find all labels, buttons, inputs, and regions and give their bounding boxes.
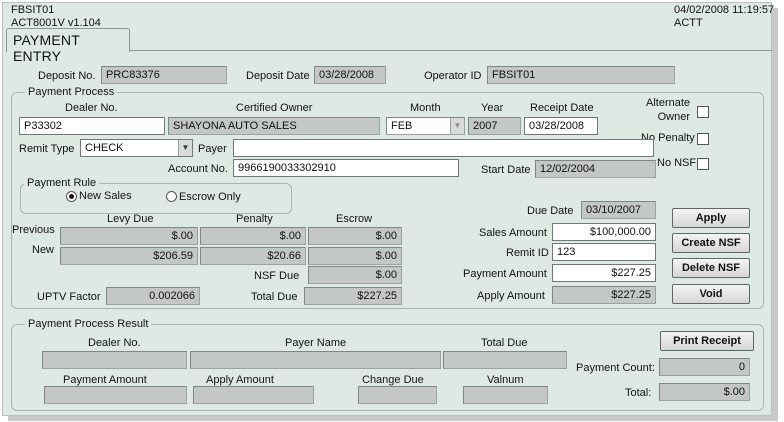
deposit-date-field: 03/28/2008 (314, 66, 386, 84)
new-sales-radio[interactable] (66, 191, 77, 202)
result-total-due-label: Total Due (481, 337, 528, 349)
apply-amount-label: Apply Amount (477, 290, 545, 302)
total-due-field: $227.25 (304, 287, 402, 305)
certified-owner-field: SHAYONA AUTO SALES (168, 117, 380, 135)
chevron-down-icon[interactable]: ▼ (450, 118, 464, 134)
start-date-field: 12/02/2004 (535, 160, 656, 178)
result-payer-name-field (190, 351, 441, 369)
result-total-due-field (443, 351, 567, 369)
remit-type-label: Remit Type (19, 143, 75, 155)
delete-nsf-button[interactable]: Delete NSF (672, 258, 750, 278)
previous-escrow: $.00 (308, 227, 402, 245)
uptv-factor-field: 0.002066 (106, 287, 200, 305)
apply-button[interactable]: Apply (672, 208, 750, 228)
payer-label: Payer (198, 143, 227, 155)
due-date-label: Due Date (527, 205, 574, 217)
result-payment-amount-field (44, 386, 187, 404)
month-label: Month (410, 102, 441, 114)
uptv-factor-label: UPTV Factor (37, 291, 101, 303)
tab-divider (130, 50, 772, 51)
result-valnum-label: Valnum (487, 374, 524, 386)
print-receipt-button[interactable]: Print Receipt (660, 331, 754, 351)
result-payer-name-label: Payer Name (285, 337, 347, 349)
total-label: Total: (625, 387, 652, 399)
previous-levy-due: $.00 (60, 227, 198, 245)
month-value: FEB (391, 120, 413, 132)
remit-type-value: CHECK (85, 142, 124, 154)
nsf-due-field: $.00 (308, 266, 402, 284)
no-nsf-label: No NSF (657, 157, 697, 169)
levy-due-label: Levy Due (107, 213, 154, 225)
previous-label: Previous (12, 224, 55, 236)
payment-rule-title: Payment Rule (24, 177, 100, 189)
remit-type-select[interactable]: CHECK ▼ (80, 139, 193, 157)
receipt-date-label: Receipt Date (530, 102, 594, 114)
payment-result-title: Payment Process Result (25, 318, 152, 330)
deposit-no-label: Deposit No. (38, 70, 96, 82)
alternate-owner-label-line1: Alternate (646, 97, 691, 109)
sales-amount-input[interactable]: $100,000.00 (552, 223, 656, 241)
start-date-label: Start Date (481, 164, 531, 176)
payment-amount-label: Payment Amount (463, 268, 547, 280)
total-field: $.00 (659, 383, 750, 401)
payment-count-label: Payment Count: (576, 362, 655, 374)
new-escrow: $.00 (308, 247, 402, 265)
new-label: New (32, 244, 55, 256)
result-change-due-label: Change Due (362, 374, 424, 386)
alternate-owner-label-line2: Owner (657, 111, 690, 123)
header-datetime: 04/02/2008 11:19:57 (674, 4, 775, 16)
app-code: ACTT (674, 17, 703, 29)
year-label: Year (481, 102, 504, 114)
window-shadow-bottom (8, 416, 778, 421)
remit-id-label: Remit ID (506, 247, 549, 259)
total-due-label: Total Due (251, 291, 298, 303)
account-no-label: Account No. (168, 163, 228, 175)
apply-amount-field: $227.25 (552, 286, 656, 304)
due-date-field: 03/10/2007 (581, 201, 656, 219)
result-apply-amount-label: Apply Amount (206, 374, 274, 386)
deposit-no-field: PRC83376 (101, 66, 227, 84)
result-dealer-no-label: Dealer No. (88, 337, 141, 349)
certified-owner-label: Certified Owner (236, 102, 313, 114)
dealer-no-label: Dealer No. (65, 102, 118, 114)
tab-payment-entry[interactable]: PAYMENT ENTRY (6, 28, 130, 64)
result-valnum-field (463, 386, 548, 404)
penalty-label: Penalty (236, 213, 273, 225)
new-penalty: $20.66 (200, 247, 306, 265)
payment-process-title: Payment Process (25, 86, 118, 98)
chevron-down-icon[interactable]: ▼ (178, 140, 192, 156)
payment-amount-input[interactable]: $227.25 (552, 264, 656, 282)
no-nsf-checkbox[interactable] (697, 158, 709, 170)
escrow-only-label: Escrow Only (179, 191, 241, 203)
receipt-date-input[interactable]: 03/28/2008 (524, 117, 598, 135)
window-shadow-right (772, 8, 778, 418)
sales-amount-label: Sales Amount (479, 227, 547, 239)
operator-id-label: Operator ID (424, 70, 482, 82)
void-button[interactable]: Void (672, 284, 750, 304)
result-change-due-field (358, 386, 437, 404)
month-select[interactable]: FEB ▼ (386, 117, 465, 135)
year-field: 2007 (468, 117, 521, 135)
account-no-input[interactable]: 9966190033302910 (233, 159, 459, 177)
previous-penalty: $.00 (200, 227, 306, 245)
no-penalty-checkbox[interactable] (697, 133, 709, 145)
new-levy-due: $206.59 (60, 247, 198, 265)
result-dealer-no-field (42, 351, 187, 369)
nsf-due-label: NSF Due (254, 270, 300, 282)
operator-id-field: FBSIT01 (487, 66, 675, 84)
remit-id-input[interactable]: 123 (552, 243, 656, 261)
screen-id: FBSIT01 (11, 4, 55, 16)
escrow-only-radio[interactable] (166, 191, 177, 202)
create-nsf-button[interactable]: Create NSF (672, 233, 750, 253)
deposit-date-label: Deposit Date (246, 70, 310, 82)
new-sales-label: New Sales (79, 190, 132, 202)
result-payment-amount-label: Payment Amount (63, 374, 147, 386)
alternate-owner-checkbox[interactable] (697, 106, 709, 118)
result-apply-amount-field (193, 386, 314, 404)
dealer-no-input[interactable]: P33302 (19, 117, 165, 135)
payment-count-field: 0 (659, 358, 750, 376)
payer-input[interactable] (233, 139, 654, 157)
escrow-label: Escrow (336, 213, 373, 225)
